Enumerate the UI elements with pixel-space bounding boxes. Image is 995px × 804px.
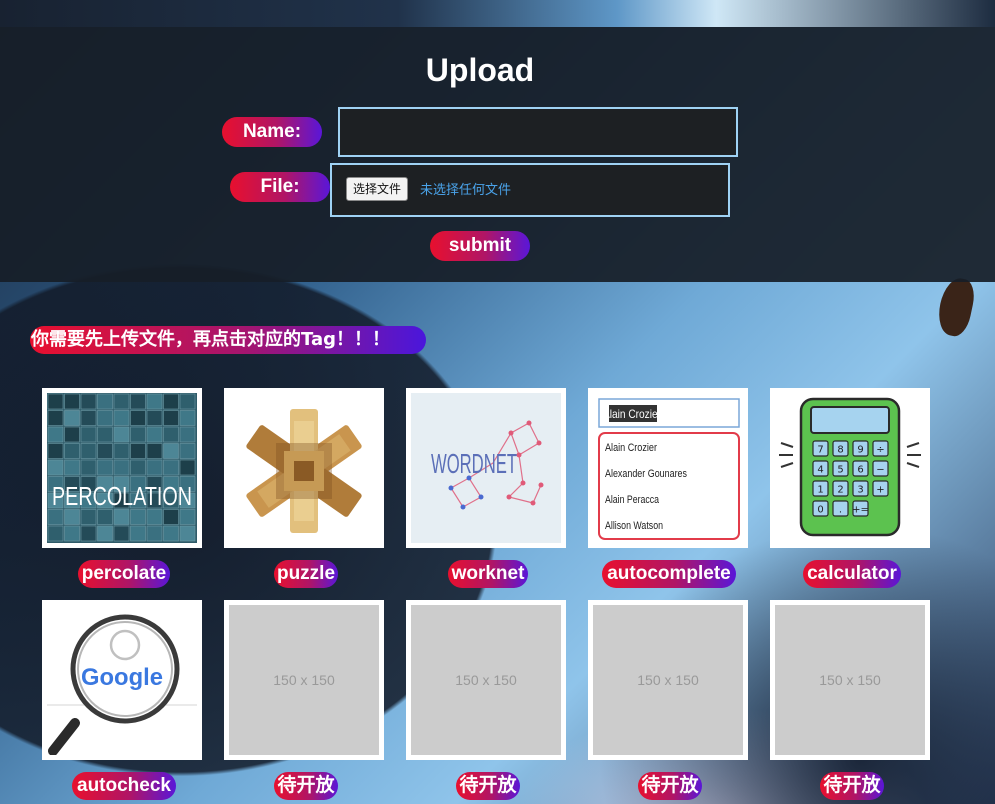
google-magnifier-image: Google xyxy=(47,605,197,755)
calculator-key-label: . xyxy=(839,505,842,516)
autocomplete-option: Allison Watson xyxy=(605,520,663,532)
wordnet-image-text: WORDNET xyxy=(431,448,517,479)
autocomplete-option: Alain Peracca xyxy=(605,494,660,506)
wallpaper-top-strip xyxy=(0,0,995,27)
card-autocomplete-image: Alain Crozier Alain Crozier Alexander Go… xyxy=(588,388,748,548)
file-label: File: xyxy=(230,172,330,202)
card-placeholder-image: 150 x 150 xyxy=(770,600,930,760)
page-title: Upload xyxy=(425,52,535,88)
calculator-key-label: 3 xyxy=(857,485,863,496)
placeholder-image: 150 x 150 xyxy=(411,605,561,755)
tag-puzzle[interactable]: puzzle xyxy=(274,560,338,588)
wallpaper-shape xyxy=(934,275,978,339)
calculator-key-label: 6 xyxy=(857,465,863,476)
tag-percolate[interactable]: percolate xyxy=(78,560,170,588)
wordnet-graph-image: WORDNET xyxy=(411,393,561,543)
notice-banner: 你需要先上传文件，再点击对应的Tag！！！ xyxy=(30,326,426,354)
choose-file-button[interactable]: 选择文件 xyxy=(346,177,409,201)
card-placeholder-image: 150 x 150 xyxy=(406,600,566,760)
calculator-key-label: 9 xyxy=(857,445,863,456)
tag-worknet[interactable]: worknet xyxy=(448,560,528,588)
file-input[interactable]: 选择文件 未选择任何文件 xyxy=(330,163,730,217)
placeholder-image: 150 x 150 xyxy=(775,605,925,755)
card-autocheck-image: Google xyxy=(42,600,202,760)
placeholder-image: 150 x 150 xyxy=(593,605,743,755)
calculator-key-label: ÷ xyxy=(876,445,884,456)
calculator-image: 7 8 9 ÷ 4 5 6 − 1 2 3 +0. += xyxy=(775,393,925,543)
wooden-burr-puzzle-image xyxy=(229,393,379,543)
percolation-image-text: PERCOLATION xyxy=(52,481,192,511)
tag-pending[interactable]: 待开放 xyxy=(274,772,338,800)
tag-autocomplete[interactable]: autocomplete xyxy=(602,560,736,588)
calculator-key-label: 1 xyxy=(817,485,823,496)
placeholder-image: 150 x 150 xyxy=(229,605,379,755)
calculator-key-label: 5 xyxy=(837,465,843,476)
card-placeholder-image: 150 x 150 xyxy=(224,600,384,760)
percolation-grid-image: PERCOLATION xyxy=(47,393,197,543)
calculator-key-label: − xyxy=(876,465,884,476)
tag-pending[interactable]: 待开放 xyxy=(456,772,520,800)
card-percolate-image: PERCOLATION xyxy=(42,388,202,548)
autocomplete-option: Alexander Gounares xyxy=(605,468,687,480)
calculator-key-label: += xyxy=(852,505,869,516)
file-status-text: 未选择任何文件 xyxy=(420,183,512,198)
calculator-key-label: 2 xyxy=(837,485,843,496)
submit-button[interactable]: submit xyxy=(430,231,530,261)
card-placeholder-image: 150 x 150 xyxy=(588,600,748,760)
autocomplete-input-text: Alain Crozier xyxy=(603,407,661,421)
name-label: Name: xyxy=(222,117,322,147)
autocomplete-option: Alain Crozier xyxy=(605,442,657,454)
autocomplete-dropdown-image: Alain Crozier Alain Crozier Alexander Go… xyxy=(593,393,743,543)
google-image-text: Google xyxy=(81,664,163,691)
name-input[interactable] xyxy=(338,107,738,157)
calculator-key-label: 0 xyxy=(817,505,823,516)
calculator-key-label: 8 xyxy=(837,445,843,456)
calculator-key-label: + xyxy=(876,485,884,496)
calculator-key-label: 7 xyxy=(817,445,823,456)
card-calculator-image: 7 8 9 ÷ 4 5 6 − 1 2 3 +0. += xyxy=(770,388,930,548)
tag-pending[interactable]: 待开放 xyxy=(638,772,702,800)
tag-autocheck[interactable]: autocheck xyxy=(72,772,176,800)
tag-calculator[interactable]: calculator xyxy=(803,560,901,588)
notice-text: 你需要先上传文件，再点击对应的Tag！！！ xyxy=(31,329,390,350)
calculator-key-label: 4 xyxy=(817,465,823,476)
tag-pending[interactable]: 待开放 xyxy=(820,772,884,800)
card-puzzle-image xyxy=(224,388,384,548)
card-worknet-image: WORDNET xyxy=(406,388,566,548)
